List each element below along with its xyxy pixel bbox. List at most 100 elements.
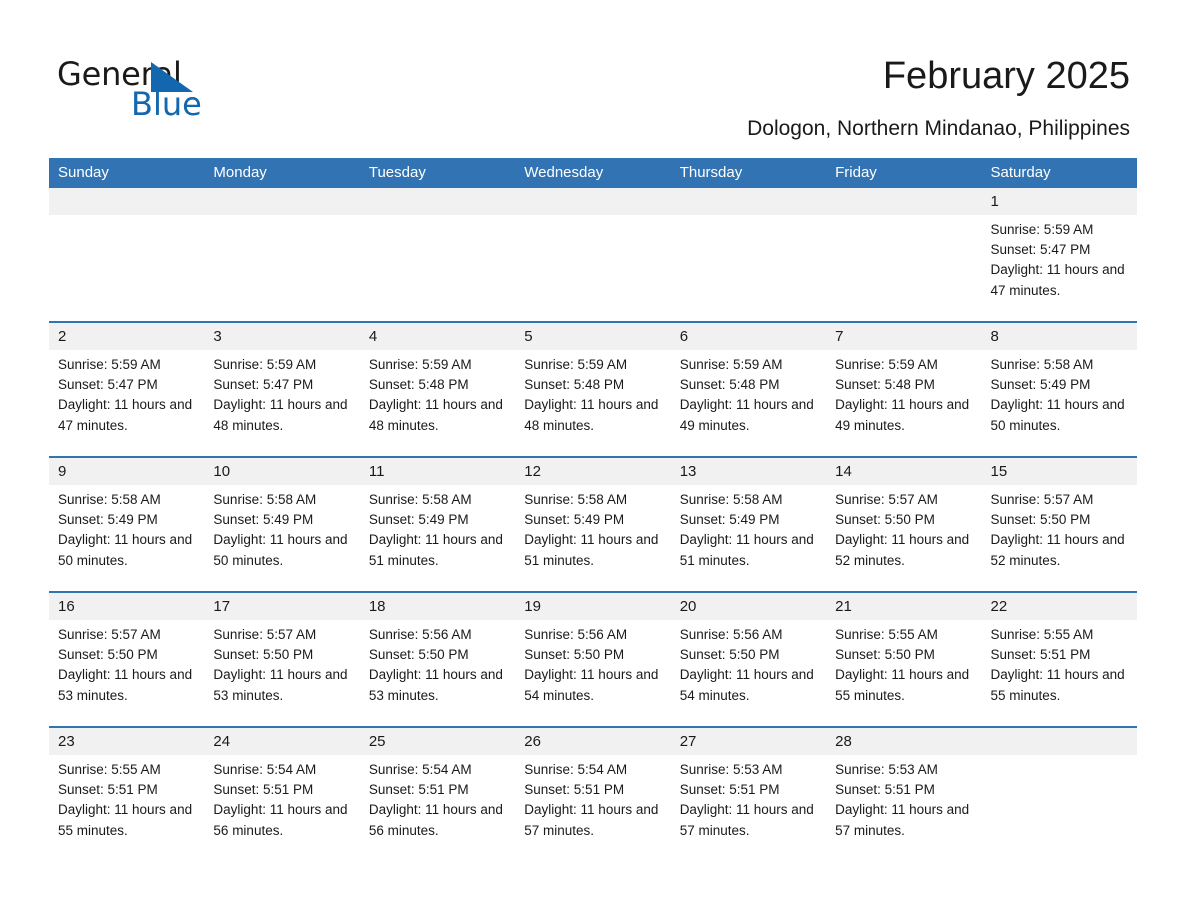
day-number: 11 <box>359 458 516 485</box>
calendar-day-cell[interactable] <box>826 188 982 322</box>
sunrise-text: Sunrise: 5:59 AM <box>213 357 317 372</box>
sunrise-text: Sunrise: 5:59 AM <box>835 357 938 372</box>
sunrise-text: Sunrise: 5:59 AM <box>679 357 783 372</box>
day-details: Sunrise: 5:54 AM Sunset: 5:51 PM Daylight:… <box>360 755 515 841</box>
day-details: Sunrise: 5:57 AM Sunset: 5:50 PM Daylight:… <box>204 620 359 706</box>
sunrise-text: Sunrise: 5:53 AM <box>835 762 938 777</box>
daylight-text: Daylight: 11 hours and 47 minutes. <box>990 262 1125 298</box>
calendar-day-cell[interactable]: 12 Sunrise: 5:58 AM Sunset: 5:49 PM Dayligh… <box>515 456 671 592</box>
sunrise-text: Sunrise: 5:58 AM <box>990 357 1094 372</box>
calendar-day-cell[interactable]: 28 Sunrise: 5:53 AM Sunset: 5:51 PM Dayligh… <box>826 726 982 861</box>
day-number: 1 <box>981 188 1137 215</box>
calendar-day-cell[interactable] <box>670 188 827 322</box>
calendar-day-cell[interactable]: 27 Sunrise: 5:53 AM Sunset: 5:51 PM Dayligh… <box>670 726 827 861</box>
day-number: 26 <box>515 728 671 755</box>
sunrise-text: Sunrise: 5:54 AM <box>213 762 317 777</box>
day-number: 14 <box>826 458 982 485</box>
day-number: 2 <box>49 323 205 350</box>
sunset-text: Sunset: 5:48 PM <box>835 377 935 393</box>
day-number: 19 <box>515 593 671 620</box>
calendar-day-cell[interactable]: 11 Sunrise: 5:58 AM Sunset: 5:49 PM Dayligh… <box>359 456 516 592</box>
calendar-day-cell[interactable]: 1 Sunrise: 5:59 AM Sunset: 5:47 PM Daylight… <box>981 188 1137 322</box>
calendar-day-cell[interactable] <box>359 188 516 322</box>
calendar-day-cell[interactable]: 3 Sunrise: 5:59 AM Sunset: 5:47 PM Daylight… <box>204 321 360 457</box>
sunset-text: Sunset: 5:51 PM <box>990 647 1091 663</box>
calendar-day-cell[interactable] <box>49 188 205 322</box>
page-title: February 2025 <box>882 55 1130 97</box>
sunset-text: Sunset: 5:48 PM <box>524 377 625 393</box>
calendar-day-cell[interactable]: 21 Sunrise: 5:55 AM Sunset: 5:50 PM Dayligh… <box>826 591 982 727</box>
daylight-text: Daylight: 11 hours and 55 minutes. <box>990 667 1125 703</box>
daylight-text: Daylight: 11 hours and 57 minutes. <box>679 802 814 838</box>
day-number: 18 <box>359 593 516 620</box>
day-details: Sunrise: 5:57 AM Sunset: 5:50 PM Daylight:… <box>826 485 981 571</box>
calendar-day-cell[interactable]: 19 Sunrise: 5:56 AM Sunset: 5:50 PM Dayligh… <box>515 591 671 727</box>
day-number: 16 <box>49 593 205 620</box>
sunset-text: Sunset: 5:51 PM <box>213 782 314 798</box>
sunrise-text: Sunrise: 5:55 AM <box>990 627 1094 642</box>
sunset-text: Sunset: 5:49 PM <box>679 512 780 528</box>
day-details: Sunrise: 5:53 AM Sunset: 5:51 PM Daylight:… <box>671 755 826 841</box>
calendar-day-cell[interactable]: 25 Sunrise: 5:54 AM Sunset: 5:51 PM Dayligh… <box>359 726 516 861</box>
day-number: 28 <box>826 728 982 755</box>
calendar-week-row: 1 Sunrise: 5:59 AM Sunset: 5:47 PM Daylight… <box>49 188 1137 322</box>
calendar-day-cell[interactable]: 15 Sunrise: 5:57 AM Sunset: 5:50 PM Dayligh… <box>981 456 1137 592</box>
calendar-week-row: 9 Sunrise: 5:58 AM Sunset: 5:49 PM Daylight… <box>49 456 1137 592</box>
calendar-day-cell[interactable] <box>204 188 360 322</box>
calendar-day-cell[interactable]: 7 Sunrise: 5:59 AM Sunset: 5:48 PM Daylight… <box>826 321 982 457</box>
sunrise-text: Sunrise: 5:54 AM <box>368 762 472 777</box>
day-details: Sunrise: 5:57 AM Sunset: 5:50 PM Daylight:… <box>982 485 1137 571</box>
calendar-day-cell[interactable]: 5 Sunrise: 5:59 AM Sunset: 5:48 PM Daylight… <box>515 321 671 457</box>
calendar-day-cell[interactable]: 9 Sunrise: 5:58 AM Sunset: 5:49 PM Daylight… <box>49 456 205 592</box>
day-details: Sunrise: 5:58 AM Sunset: 5:49 PM Daylight:… <box>49 485 204 571</box>
calendar-day-cell[interactable]: 26 Sunrise: 5:54 AM Sunset: 5:51 PM Dayligh… <box>515 726 671 861</box>
calendar-day-cell[interactable]: 17 Sunrise: 5:57 AM Sunset: 5:50 PM Dayligh… <box>204 591 360 727</box>
day-number <box>204 188 360 215</box>
calendar-day-cell[interactable]: 10 Sunrise: 5:58 AM Sunset: 5:49 PM Dayligh… <box>204 456 360 592</box>
day-number: 7 <box>826 323 982 350</box>
calendar-day-cell[interactable]: 2 Sunrise: 5:59 AM Sunset: 5:47 PM Daylight… <box>49 321 205 457</box>
calendar-day-cell[interactable] <box>515 188 671 322</box>
calendar-day-cell[interactable]: 20 Sunrise: 5:56 AM Sunset: 5:50 PM Dayligh… <box>670 591 827 727</box>
day-number: 15 <box>981 458 1137 485</box>
calendar-day-cell[interactable]: 23 Sunrise: 5:55 AM Sunset: 5:51 PM Dayligh… <box>49 726 205 861</box>
daylight-text: Daylight: 11 hours and 56 minutes. <box>213 802 348 838</box>
calendar-week-row: 16 Sunrise: 5:57 AM Sunset: 5:50 PM Dayligh… <box>49 591 1137 727</box>
daylight-text: Daylight: 11 hours and 48 minutes. <box>524 397 659 433</box>
day-number: 8 <box>981 323 1137 350</box>
weekday-header-monday: Monday <box>204 158 360 188</box>
general-blue-logo[interactable]: General Blue <box>57 55 357 135</box>
page-subtitle: Dologon, Northern Mindanao, Philippines <box>747 117 1130 140</box>
day-details: Sunrise: 5:59 AM Sunset: 5:48 PM Daylight:… <box>515 350 670 436</box>
sunrise-text: Sunrise: 5:58 AM <box>58 492 161 507</box>
calendar-day-cell[interactable]: 16 Sunrise: 5:57 AM Sunset: 5:50 PM Dayligh… <box>49 591 205 727</box>
calendar-day-cell[interactable]: 22 Sunrise: 5:55 AM Sunset: 5:51 PM Dayligh… <box>981 591 1137 727</box>
daylight-text: Daylight: 11 hours and 52 minutes. <box>990 532 1125 568</box>
day-number: 17 <box>204 593 360 620</box>
calendar-day-cell[interactable] <box>981 726 1137 861</box>
day-number <box>49 188 205 215</box>
daylight-text: Daylight: 11 hours and 47 minutes. <box>58 397 193 433</box>
calendar-day-cell[interactable]: 18 Sunrise: 5:56 AM Sunset: 5:50 PM Dayligh… <box>359 591 516 727</box>
calendar-day-cell[interactable]: 24 Sunrise: 5:54 AM Sunset: 5:51 PM Dayligh… <box>204 726 360 861</box>
day-number: 25 <box>359 728 516 755</box>
daylight-text: Daylight: 11 hours and 54 minutes. <box>679 667 814 703</box>
sunset-text: Sunset: 5:51 PM <box>835 782 935 798</box>
daylight-text: Daylight: 11 hours and 48 minutes. <box>368 397 503 433</box>
daylight-text: Daylight: 11 hours and 53 minutes. <box>213 667 348 703</box>
logo-text-blue: Blue <box>131 85 202 123</box>
sunrise-text: Sunrise: 5:59 AM <box>990 222 1094 237</box>
calendar-day-cell[interactable]: 6 Sunrise: 5:59 AM Sunset: 5:48 PM Daylight… <box>670 321 827 457</box>
weekday-header-friday: Friday <box>826 158 982 188</box>
day-number: 4 <box>359 323 516 350</box>
calendar-day-cell[interactable]: 4 Sunrise: 5:59 AM Sunset: 5:48 PM Daylight… <box>359 321 516 457</box>
sunset-text: Sunset: 5:50 PM <box>835 647 935 663</box>
sunset-text: Sunset: 5:50 PM <box>835 512 935 528</box>
sunset-text: Sunset: 5:47 PM <box>990 242 1091 258</box>
calendar-day-cell[interactable]: 14 Sunrise: 5:57 AM Sunset: 5:50 PM Dayligh… <box>826 456 982 592</box>
daylight-text: Daylight: 11 hours and 55 minutes. <box>835 667 970 703</box>
calendar-day-cell[interactable]: 13 Sunrise: 5:58 AM Sunset: 5:49 PM Dayligh… <box>670 456 827 592</box>
daylight-text: Daylight: 11 hours and 55 minutes. <box>58 802 193 838</box>
calendar-day-cell[interactable]: 8 Sunrise: 5:58 AM Sunset: 5:49 PM Daylight… <box>981 321 1137 457</box>
sunset-text: Sunset: 5:51 PM <box>679 782 780 798</box>
